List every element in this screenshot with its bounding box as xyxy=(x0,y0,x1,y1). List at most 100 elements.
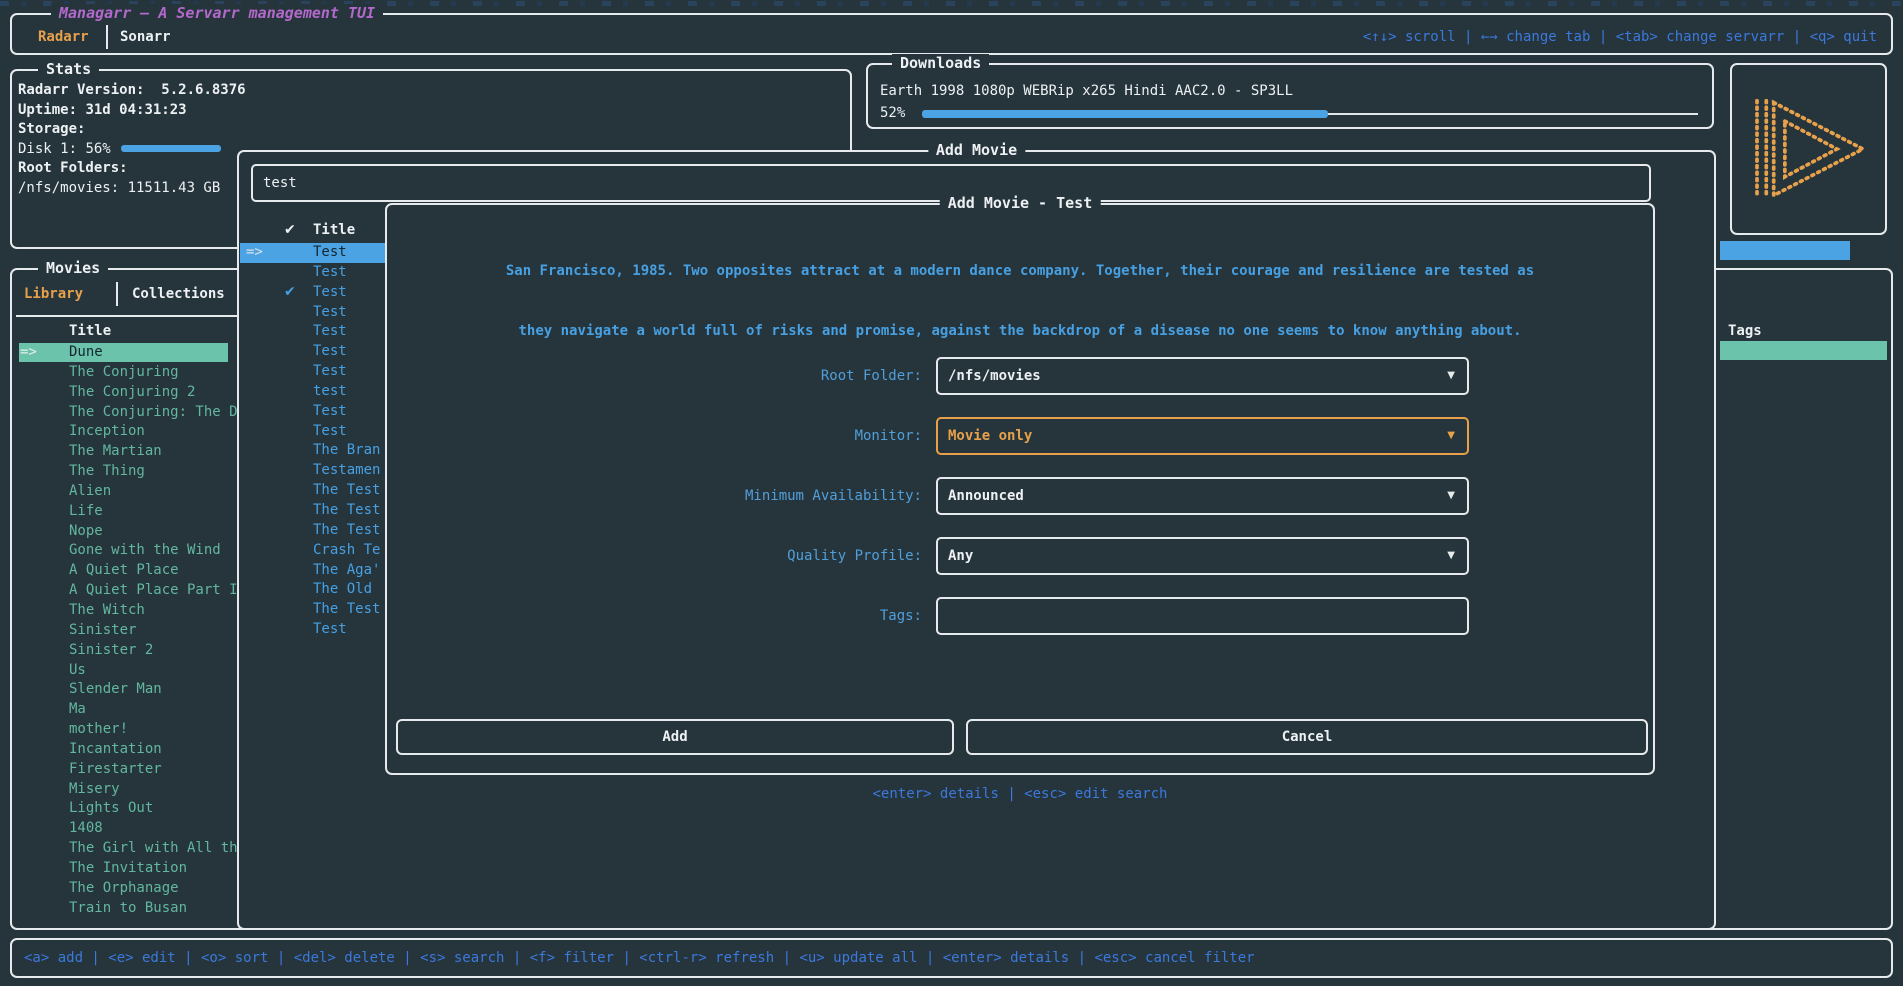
tab-sonarr[interactable]: Sonarr xyxy=(120,25,171,49)
search-result-row[interactable]: The Old xyxy=(240,580,387,600)
library-row[interactable]: Us xyxy=(12,661,238,681)
library-row[interactable]: The Martian xyxy=(12,442,238,462)
library-row[interactable]: 1408 xyxy=(12,819,238,839)
movie-title: Inception xyxy=(69,422,145,442)
tab-radarr[interactable]: Radarr xyxy=(38,25,89,49)
library-row[interactable]: The Conjuring xyxy=(12,363,238,383)
library-row[interactable]: The Girl with All the xyxy=(12,839,238,859)
result-title: Test xyxy=(313,263,347,283)
result-title: Test xyxy=(313,620,347,640)
tab-divider xyxy=(106,25,108,49)
search-result-row[interactable]: test xyxy=(240,382,387,402)
root-folder-dropdown[interactable]: /nfs/movies ▼ xyxy=(936,357,1469,395)
result-title: The Aga' xyxy=(313,561,380,581)
search-result-row[interactable]: Crash Te xyxy=(240,541,387,561)
library-row[interactable]: Lights Out xyxy=(12,799,238,819)
library-row[interactable]: Sinister xyxy=(12,621,238,641)
search-result-row[interactable]: Test xyxy=(240,422,387,442)
movies-panel-title: Movies xyxy=(38,259,108,277)
managarr-logo xyxy=(1744,93,1874,205)
library-row[interactable]: Firestarter xyxy=(12,760,238,780)
library-row[interactable]: Inception xyxy=(12,422,238,442)
library-row[interactable]: The Conjuring 2 xyxy=(12,383,238,403)
result-title: The Bran xyxy=(313,441,380,461)
radarr-version: Radarr Version: 5.2.6.8376 xyxy=(18,81,844,101)
library-row[interactable]: The Thing xyxy=(12,462,238,482)
movie-title: The Girl with All the xyxy=(69,839,238,859)
search-results-list: =>TestTest✔TestTestTestTestTesttestTestT… xyxy=(240,243,387,640)
quality-profile-label: Quality Profile: xyxy=(387,537,922,575)
movie-title: Us xyxy=(69,661,86,681)
selection-marker: => xyxy=(20,343,37,363)
movie-title: Nope xyxy=(69,522,103,542)
library-row[interactable]: Ma xyxy=(12,700,238,720)
search-result-row[interactable]: The Aga' xyxy=(240,561,387,581)
library-title-header: Title xyxy=(69,321,111,341)
library-row[interactable]: Alien xyxy=(12,482,238,502)
library-row[interactable]: A Quiet Place Part II xyxy=(12,581,238,601)
library-row[interactable]: A Quiet Place xyxy=(12,561,238,581)
storage-label: Storage: xyxy=(18,120,844,140)
search-result-row[interactable]: Test xyxy=(240,263,387,283)
results-title-header: Title xyxy=(313,220,355,240)
tab-collections[interactable]: Collections xyxy=(132,282,225,306)
search-result-row[interactable]: The Bran xyxy=(240,441,387,461)
downloads-panel: Downloads Earth 1998 1080p WEBRip x265 H… xyxy=(866,63,1714,129)
chevron-down-icon: ▼ xyxy=(1447,419,1455,453)
search-result-row[interactable]: Test xyxy=(240,402,387,422)
global-keybinds-help: <↑↓> scroll | ←→ change tab | <tab> chan… xyxy=(1363,25,1877,49)
library-row[interactable]: The Conjuring: The De xyxy=(12,403,238,423)
search-result-row[interactable]: The Test xyxy=(240,600,387,620)
search-result-row[interactable]: Test xyxy=(240,303,387,323)
library-row-selected[interactable]: => Dune xyxy=(12,343,238,363)
search-result-row[interactable]: The Test xyxy=(240,501,387,521)
minimum-availability-dropdown[interactable]: Announced ▼ xyxy=(936,477,1469,515)
root-folder-label: Root Folder: xyxy=(387,357,922,395)
search-result-row[interactable]: Test xyxy=(240,342,387,362)
managarr-app: Managarr – A Servarr management TUI Rada… xyxy=(0,0,1903,986)
search-result-row[interactable]: The Test xyxy=(240,521,387,541)
search-result-row-selected[interactable]: =>Test xyxy=(240,243,387,263)
field-tags: Tags: xyxy=(387,597,1653,635)
download-item[interactable]: Earth 1998 1080p WEBRip x265 Hindi AAC2.… xyxy=(880,81,1293,101)
search-result-row[interactable]: The Test xyxy=(240,481,387,501)
logo-panel xyxy=(1730,63,1887,235)
search-result-row[interactable]: ✔Test xyxy=(240,283,387,303)
library-row[interactable]: Slender Man xyxy=(12,680,238,700)
movie-title: Misery xyxy=(69,780,120,800)
library-row[interactable]: Incantation xyxy=(12,740,238,760)
table-keybinds-help: <a> add | <e> edit | <o> sort | <del> de… xyxy=(24,940,1255,976)
title-bar: Managarr – A Servarr management TUI Rada… xyxy=(10,13,1893,55)
tags-input[interactable] xyxy=(936,597,1469,635)
library-row[interactable]: Sinister 2 xyxy=(12,641,238,661)
monitor-dropdown[interactable]: Movie only ▼ xyxy=(936,417,1469,455)
app-title: Managarr – A Servarr management TUI xyxy=(51,4,383,22)
add-movie-panel-title: Add Movie xyxy=(928,141,1025,159)
result-title: test xyxy=(313,382,347,402)
movie-title: The Conjuring xyxy=(69,363,179,383)
add-button[interactable]: Add xyxy=(396,719,954,755)
quality-profile-dropdown[interactable]: Any ▼ xyxy=(936,537,1469,575)
search-result-row[interactable]: Test xyxy=(240,620,387,640)
library-row[interactable]: Life xyxy=(12,502,238,522)
library-row[interactable]: Misery xyxy=(12,780,238,800)
tab-library[interactable]: Library xyxy=(24,282,83,306)
movie-title: Lights Out xyxy=(69,799,153,819)
search-result-row[interactable]: Test xyxy=(240,322,387,342)
cancel-button[interactable]: Cancel xyxy=(966,719,1648,755)
movie-title: A Quiet Place xyxy=(69,561,179,581)
result-title: Crash Te xyxy=(313,541,380,561)
download-percent: 52% xyxy=(880,103,905,123)
movie-title: Ma xyxy=(69,700,86,720)
library-row[interactable]: mother! xyxy=(12,720,238,740)
movie-title: The Thing xyxy=(69,462,145,482)
downloads-panel-title: Downloads xyxy=(892,54,989,72)
search-query: test xyxy=(263,166,297,200)
search-result-row[interactable]: Testamen xyxy=(240,461,387,481)
library-row[interactable]: Gone with the Wind xyxy=(12,541,238,561)
uptime: Uptime: 31d 04:31:23 xyxy=(18,101,844,121)
search-result-row[interactable]: Test xyxy=(240,362,387,382)
library-row[interactable]: The Witch xyxy=(12,601,238,621)
library-row[interactable]: Nope xyxy=(12,522,238,542)
movie-title: Dune xyxy=(69,343,103,363)
